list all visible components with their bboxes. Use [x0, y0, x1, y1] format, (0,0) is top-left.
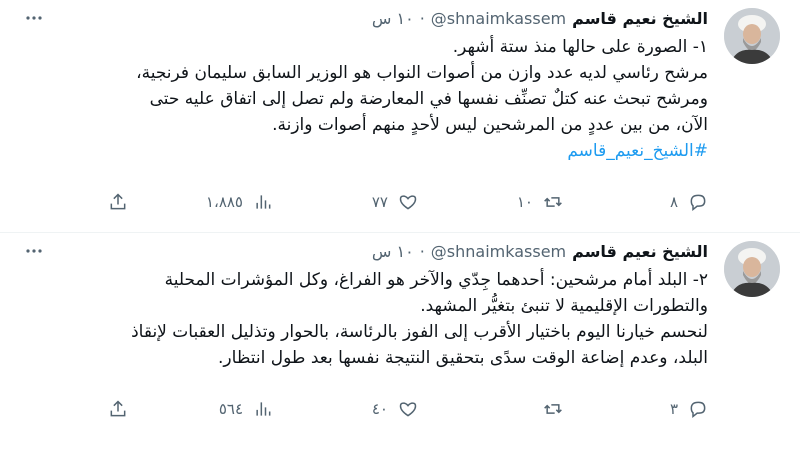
- share-button[interactable]: [58, 395, 128, 423]
- reply-icon: [690, 401, 706, 419]
- reply-count: ٣: [669, 400, 678, 418]
- author-handle[interactable]: @shnaimkassem: [431, 9, 566, 28]
- views-chart-icon: [256, 402, 271, 416]
- tweet-header: الشيخ نعيم قاسم @shnaimkassem · ١٠ س: [372, 242, 708, 261]
- reply-count: ٨: [669, 193, 678, 211]
- separator-dot: ·: [419, 9, 425, 28]
- hashtag-link[interactable]: #الشيخ_نعيم_قاسم: [18, 138, 708, 164]
- like-count: ٤٠: [371, 400, 388, 418]
- views-chart-icon: [256, 195, 271, 209]
- heart-icon: [399, 195, 417, 210]
- tweet-line: ومرشح تبحث عنه كتلٌ تصنِّف نفسها في المع…: [149, 89, 708, 109]
- like-button[interactable]: ٧٧: [348, 188, 418, 216]
- avatar[interactable]: [724, 241, 780, 297]
- reply-icon: [690, 194, 706, 212]
- tweet-actions: ٣ ٤٠ ٥٦٤: [58, 395, 708, 423]
- reply-button[interactable]: ٣: [638, 395, 708, 423]
- like-count: ٧٧: [371, 193, 388, 211]
- more-horizontal-icon[interactable]: [20, 237, 48, 265]
- author-handle[interactable]: @shnaimkassem: [431, 242, 566, 261]
- tweet-line: البلد، وعدم إضاعة الوقت سدًى بتحقيق النت…: [218, 348, 708, 368]
- like-button[interactable]: ٤٠: [348, 395, 418, 423]
- tweet[interactable]: الشيخ نعيم قاسم @shnaimkassem · ١٠ س ٢- …: [0, 233, 800, 450]
- avatar[interactable]: [724, 8, 780, 64]
- author-name[interactable]: الشيخ نعيم قاسم: [572, 242, 708, 261]
- views-button[interactable]: ٥٦٤: [203, 395, 273, 423]
- separator-dot: ·: [419, 242, 425, 261]
- timestamp[interactable]: ١٠ س: [372, 242, 414, 261]
- share-icon: [110, 400, 126, 417]
- share-icon: [110, 193, 126, 210]
- timestamp[interactable]: ١٠ س: [372, 9, 414, 28]
- tweet-text: ٢- البلد أمام مرشحين: أحدهما جِدّي والآخ…: [18, 267, 708, 371]
- retweet-button[interactable]: [493, 395, 563, 423]
- tweet-line: ١- الصورة على حالها منذ ستة أشهر.: [452, 37, 708, 57]
- tweet[interactable]: الشيخ نعيم قاسم @shnaimkassem · ١٠ س ١- …: [0, 0, 800, 233]
- tweet-line: والتطورات الإقليمية لا تنبئ بتغيُّر المش…: [420, 296, 708, 316]
- tweet-line: الآن، من بين عددٍ من المرشحين ليس لأحدٍ …: [272, 115, 708, 135]
- heart-icon: [399, 402, 417, 417]
- tweet-line: مرشح رئاسي لديه عدد وازن من أصوات النواب…: [136, 63, 708, 83]
- retweet-button[interactable]: ١٠: [493, 188, 563, 216]
- view-count: ١،٨٨٥: [205, 193, 243, 211]
- tweet-header: الشيخ نعيم قاسم @shnaimkassem · ١٠ س: [372, 9, 708, 28]
- views-button[interactable]: ١،٨٨٥: [203, 188, 273, 216]
- share-button[interactable]: [58, 188, 128, 216]
- retweet-count: ١٠: [516, 193, 533, 211]
- tweet-line: لنحسم خيارنا اليوم باختيار الأقرب إلى ال…: [131, 322, 708, 342]
- retweet-icon: [544, 197, 562, 207]
- author-name[interactable]: الشيخ نعيم قاسم: [572, 9, 708, 28]
- reply-button[interactable]: ٨: [638, 188, 708, 216]
- more-horizontal-icon[interactable]: [20, 4, 48, 32]
- tweet-text: ١- الصورة على حالها منذ ستة أشهر. مرشح ر…: [18, 34, 708, 164]
- tweet-line: ٢- البلد أمام مرشحين: أحدهما جِدّي والآخ…: [164, 270, 708, 290]
- view-count: ٥٦٤: [218, 400, 243, 418]
- tweet-actions: ٨ ١٠ ٧٧ ١،٨٨٥: [58, 188, 708, 216]
- retweet-icon: [544, 404, 562, 414]
